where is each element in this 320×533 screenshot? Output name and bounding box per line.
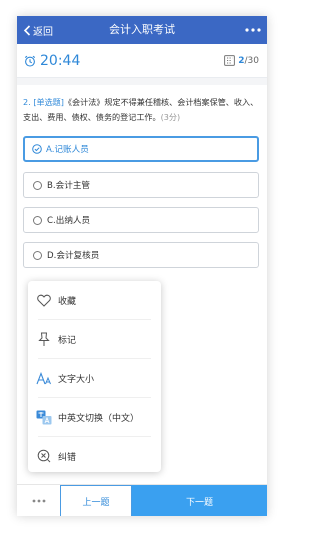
status-bar: 20:44 2 /30 (17, 44, 267, 78)
alarm-clock-icon (24, 55, 36, 67)
menu-item-language[interactable]: 中英文切换（中文） (28, 398, 161, 436)
option-label: C.出纳人员 (47, 216, 91, 226)
back-label: 返回 (33, 26, 53, 38)
navbar: 返回 会计入职考试 (17, 16, 267, 44)
more-button[interactable] (245, 16, 261, 44)
prev-question-button[interactable]: 上一题 (60, 485, 132, 516)
question-progress[interactable]: 2 /30 (224, 44, 259, 77)
menu-item-favorite[interactable]: 收藏 (28, 281, 161, 319)
error-report-icon (35, 447, 53, 465)
question-number: 2. (23, 97, 31, 107)
question-text: 2. [单选题]《会计法》规定不得兼任稽核、会计档案保管、收入、支出、费用、债权… (23, 95, 261, 125)
option-d[interactable]: D.会计复核员 (23, 242, 259, 268)
option-label: D.会计复核员 (47, 251, 100, 261)
radio-icon (33, 215, 42, 225)
menu-item-label: 中英文切换（中文） (58, 413, 140, 424)
menu-item-label: 纠错 (58, 452, 77, 463)
option-a[interactable]: A.记账人员 (23, 136, 259, 162)
menu-item-report-error[interactable]: 纠错 (28, 437, 161, 475)
question-score: (3分) (160, 112, 181, 122)
next-question-button[interactable]: 下一题 (132, 485, 267, 516)
option-label: A.记账人员 (46, 145, 89, 155)
timer-value: 20:44 (40, 52, 81, 69)
menu-item-label: 收藏 (58, 296, 77, 307)
chevron-left-icon (23, 24, 31, 36)
menu-item-label: 标记 (58, 335, 77, 346)
menu-item-font-size[interactable]: 文字大小 (28, 359, 161, 397)
radio-icon (33, 250, 42, 260)
phone-screen: 返回 会计入职考试 20:44 2 /30 2. [单选题]《会计法》规定不得兼… (17, 16, 267, 516)
page-title: 会计入职考试 (109, 23, 175, 36)
more-horizontal-icon (32, 499, 45, 503)
menu-item-mark[interactable]: 标记 (28, 320, 161, 358)
back-button[interactable]: 返回 (23, 16, 53, 44)
footer-more-button[interactable] (17, 485, 60, 516)
total-questions: /30 (244, 55, 259, 66)
translate-icon (35, 408, 53, 426)
more-menu: 收藏 标记 文字大小 中英文切换（中文） 纠错 (28, 281, 161, 472)
check-circle-icon (32, 144, 42, 154)
pin-icon (35, 330, 53, 348)
answer-sheet-icon (224, 55, 236, 66)
radio-icon (33, 180, 42, 190)
option-b[interactable]: B.会计主管 (23, 172, 259, 198)
timer: 20:44 (24, 44, 80, 77)
option-c[interactable]: C.出纳人员 (23, 207, 259, 233)
heart-icon (35, 291, 53, 309)
menu-item-label: 文字大小 (58, 374, 95, 385)
footer-bar: 上一题 下一题 (17, 484, 267, 516)
font-size-icon (35, 369, 53, 387)
option-label: B.会计主管 (47, 181, 91, 191)
more-horizontal-icon (245, 28, 261, 32)
question-type: [单选题] (33, 97, 64, 107)
